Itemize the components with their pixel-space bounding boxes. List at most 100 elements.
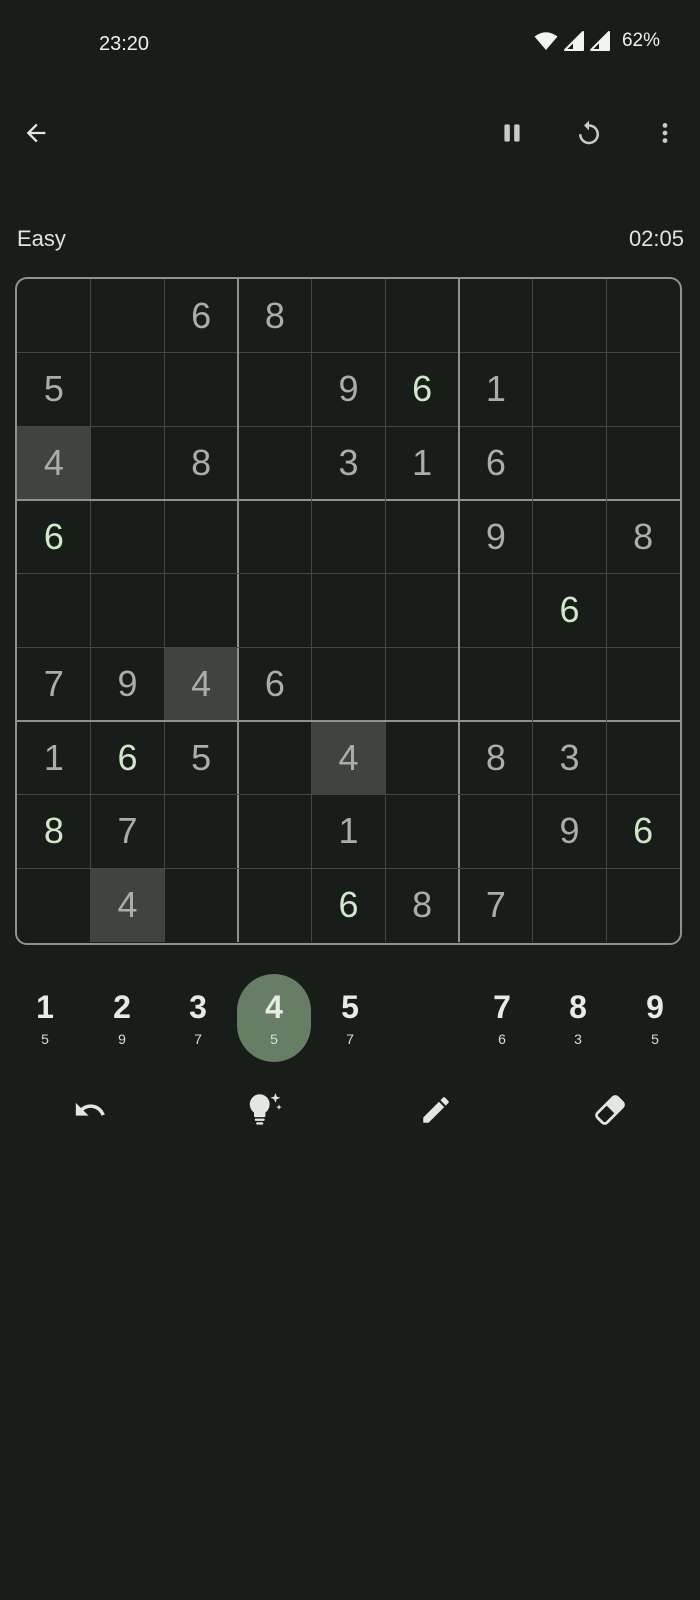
sudoku-cell[interactable]: 6 [533, 574, 607, 648]
number-button-9[interactable]: 95 [618, 974, 692, 1062]
sudoku-cell[interactable] [385, 795, 459, 869]
number-button-8[interactable]: 83 [541, 974, 615, 1062]
sudoku-cell[interactable] [164, 868, 238, 942]
pencil-button[interactable] [410, 1084, 462, 1136]
sudoku-cell[interactable] [533, 426, 607, 500]
sudoku-cell[interactable] [385, 721, 459, 795]
sudoku-cell[interactable] [91, 574, 165, 648]
sudoku-cell[interactable] [91, 426, 165, 500]
sudoku-cell[interactable] [164, 353, 238, 427]
sudoku-cell[interactable]: 8 [385, 868, 459, 942]
sudoku-cell[interactable]: 3 [312, 426, 386, 500]
sudoku-cell[interactable] [17, 868, 91, 942]
sudoku-cell[interactable] [91, 353, 165, 427]
sudoku-cell[interactable] [459, 279, 533, 353]
undo-button[interactable] [64, 1084, 116, 1136]
number-pad: 1529374557 768395 [0, 968, 700, 1064]
sudoku-cell[interactable]: 6 [385, 353, 459, 427]
sudoku-cell[interactable]: 4 [17, 426, 91, 500]
sudoku-cell[interactable]: 4 [90, 868, 165, 942]
sudoku-cell[interactable]: 6 [238, 647, 312, 721]
number-button-7[interactable]: 76 [465, 974, 539, 1062]
hint-button[interactable] [238, 1084, 290, 1136]
sudoku-cell[interactable] [606, 279, 680, 353]
sudoku-cell[interactable] [312, 647, 386, 721]
sudoku-cell[interactable] [533, 647, 607, 721]
sudoku-cell[interactable]: 7 [459, 868, 533, 942]
sudoku-cell[interactable]: 6 [459, 426, 533, 500]
cell-divider [17, 794, 680, 796]
sudoku-cell[interactable]: 8 [164, 426, 238, 500]
sudoku-cell[interactable] [606, 721, 680, 795]
sudoku-cell[interactable] [606, 868, 680, 942]
sudoku-cell[interactable]: 6 [164, 279, 238, 353]
sudoku-cell[interactable] [91, 279, 165, 353]
pause-button[interactable] [488, 109, 536, 157]
sudoku-cell[interactable]: 1 [312, 795, 386, 869]
sudoku-cell[interactable] [238, 868, 312, 942]
sudoku-cell[interactable] [533, 353, 607, 427]
sudoku-cell[interactable] [606, 574, 680, 648]
number-button-1[interactable]: 15 [8, 974, 82, 1062]
sudoku-cell[interactable]: 1 [17, 721, 91, 795]
sudoku-cell[interactable] [17, 279, 91, 353]
sudoku-cell[interactable]: 8 [238, 279, 312, 353]
sudoku-cell[interactable] [459, 647, 533, 721]
sudoku-cell[interactable] [606, 647, 680, 721]
sudoku-cell[interactable] [164, 500, 238, 574]
sudoku-cell[interactable]: 9 [459, 500, 533, 574]
number-button-5[interactable]: 57 [313, 974, 387, 1062]
back-button[interactable] [12, 109, 60, 157]
sudoku-cell[interactable] [459, 795, 533, 869]
sudoku-cell[interactable]: 3 [533, 721, 607, 795]
sudoku-cell[interactable] [17, 574, 91, 648]
more-button[interactable] [641, 109, 689, 157]
sudoku-cell[interactable]: 1 [459, 353, 533, 427]
sudoku-cell[interactable]: 9 [533, 795, 607, 869]
sudoku-cell[interactable] [238, 721, 312, 795]
sudoku-cell[interactable] [312, 279, 386, 353]
sudoku-cell[interactable] [606, 353, 680, 427]
sudoku-cell[interactable] [164, 795, 238, 869]
eraser-button[interactable] [584, 1084, 636, 1136]
sudoku-cell[interactable]: 5 [17, 353, 91, 427]
sudoku-cell[interactable]: 7 [17, 647, 91, 721]
sudoku-cell[interactable] [459, 574, 533, 648]
sudoku-cell[interactable] [606, 426, 680, 500]
sudoku-cell[interactable] [238, 795, 312, 869]
sudoku-cell[interactable] [385, 279, 459, 353]
sudoku-cell[interactable] [385, 647, 459, 721]
number-remaining-count: 5 [651, 1031, 659, 1047]
sudoku-cell[interactable] [533, 500, 607, 574]
sudoku-cell[interactable] [312, 500, 386, 574]
sudoku-cell[interactable]: 6 [91, 721, 165, 795]
sudoku-cell[interactable] [238, 426, 312, 500]
sudoku-cell[interactable]: 8 [606, 500, 680, 574]
sudoku-cell[interactable]: 9 [312, 353, 386, 427]
sudoku-cell[interactable] [164, 574, 238, 648]
sudoku-cell[interactable] [385, 500, 459, 574]
sudoku-cell[interactable] [533, 868, 607, 942]
sudoku-cell[interactable] [533, 279, 607, 353]
sudoku-cell[interactable]: 6 [17, 500, 91, 574]
restart-button[interactable] [565, 109, 613, 157]
sudoku-cell[interactable] [312, 574, 386, 648]
sudoku-cell[interactable]: 8 [17, 795, 91, 869]
sudoku-cell[interactable]: 1 [385, 426, 459, 500]
sudoku-cell[interactable] [238, 353, 312, 427]
sudoku-cell[interactable] [238, 500, 312, 574]
sudoku-cell[interactable] [91, 500, 165, 574]
sudoku-cell[interactable]: 7 [91, 795, 165, 869]
sudoku-cell[interactable]: 6 [606, 795, 680, 869]
sudoku-cell[interactable]: 8 [459, 721, 533, 795]
sudoku-cell[interactable]: 4 [164, 647, 238, 721]
number-button-3[interactable]: 37 [161, 974, 235, 1062]
sudoku-cell[interactable]: 5 [164, 721, 238, 795]
sudoku-cell[interactable]: 9 [91, 647, 165, 721]
number-button-2[interactable]: 29 [85, 974, 159, 1062]
sudoku-cell[interactable]: 6 [312, 868, 386, 942]
sudoku-cell[interactable] [238, 574, 312, 648]
sudoku-cell[interactable]: 4 [311, 721, 386, 795]
sudoku-cell[interactable] [385, 574, 459, 648]
number-button-4[interactable]: 45 [237, 974, 311, 1062]
